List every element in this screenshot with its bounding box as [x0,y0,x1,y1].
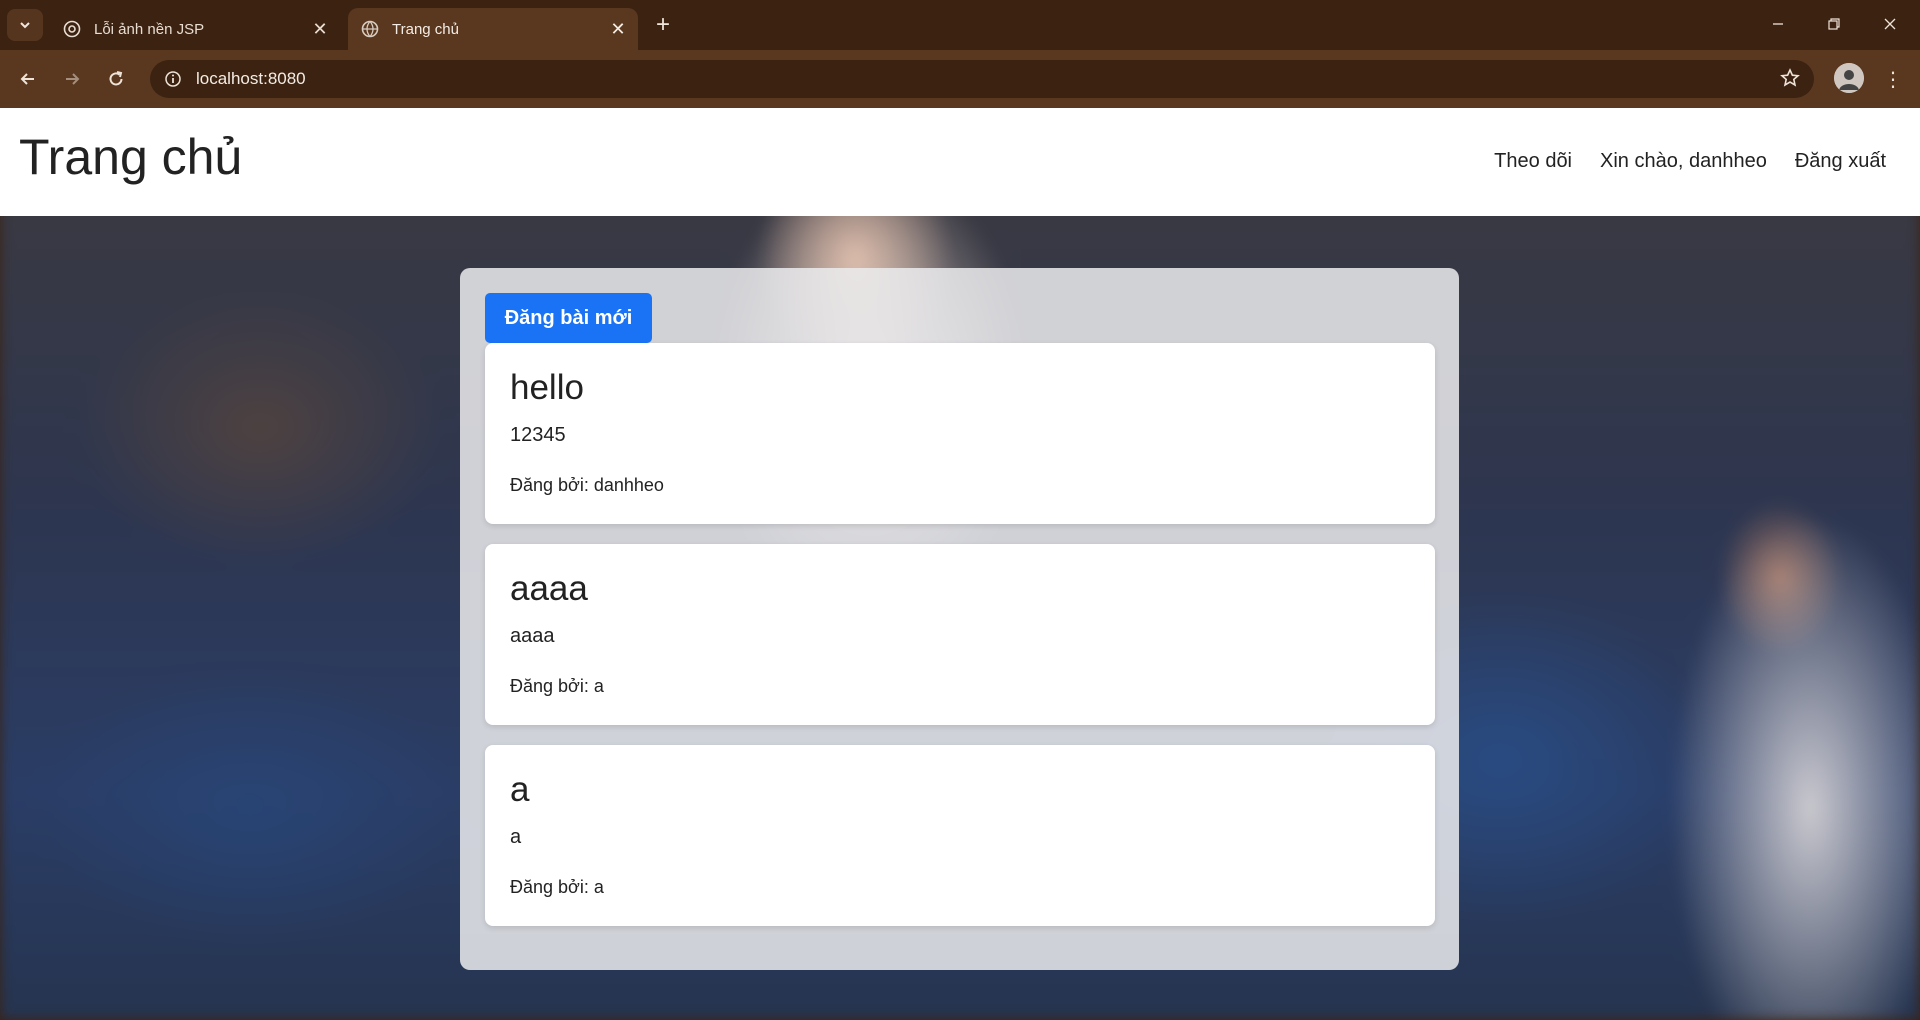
reload-icon [109,71,123,86]
post-card: aaaa aaaa Đăng bởi: a [485,544,1435,725]
web-page: Trang chủ Theo dõi Xin chào, danhheo Đăn… [0,108,1920,1020]
chevron-down-icon [20,22,30,29]
close-icon[interactable]: ✕ [604,15,632,43]
close-icon [1884,18,1896,30]
post-content: a [510,826,522,848]
close-icon[interactable]: ✕ [306,15,334,43]
arrow-left-icon [20,73,34,85]
nav-link-follow[interactable]: Theo dõi [1494,150,1572,173]
post-author: Đăng bởi: danhheo [510,475,664,495]
post-card: a a Đăng bởi: a [485,745,1435,926]
tab-loi-anh-nen[interactable]: Lỗi ảnh nền JSP ✕ [50,8,340,50]
profile-avatar[interactable] [1834,63,1864,93]
restore-button[interactable] [1806,0,1862,48]
minimize-icon [1773,23,1783,25]
arrow-right-icon [66,73,80,85]
post-content: 12345 [510,424,566,446]
nav-link-greeting[interactable]: Xin chào, danhheo [1600,150,1767,173]
tab-strip: Lỗi ảnh nền JSP ✕ Trang chủ ✕ + [0,0,1920,50]
back-button[interactable] [12,63,44,95]
tab-search-button[interactable] [7,9,43,41]
post-author: Đăng bởi: a [510,877,604,897]
forward-button[interactable] [56,63,88,95]
post-title: aaaa [510,569,588,608]
browser-menu-icon[interactable]: ⋮ [1878,63,1908,95]
minimize-button[interactable] [1750,0,1806,48]
new-tab-button[interactable]: + [648,10,678,40]
tab-trang-chu[interactable]: Trang chủ ✕ [348,8,638,50]
post-title: hello [510,368,584,407]
tab-title: Trang chủ [392,20,459,38]
globe-icon [360,19,380,39]
new-post-button[interactable]: Đăng bài mới [485,293,652,343]
nav-link-logout[interactable]: Đăng xuất [1795,150,1886,173]
address-bar[interactable]: localhost:8080 [150,60,1814,98]
reload-button[interactable] [100,63,132,95]
posts-container: Đăng bài mới hello 12345 Đăng bởi: danhh… [460,268,1459,970]
bookmark-star-icon[interactable] [1780,68,1800,93]
site-info-icon[interactable] [162,68,184,90]
tab-title: Lỗi ảnh nền JSP [94,20,205,38]
post-card: hello 12345 Đăng bởi: danhheo [485,343,1435,524]
post-title: a [510,770,530,809]
post-content: aaaa [510,625,555,647]
url-text: localhost:8080 [196,69,306,88]
chatgpt-icon [62,19,82,39]
close-window-button[interactable] [1862,0,1918,48]
nav-links: Theo dõi Xin chào, danhheo Đăng xuất [1494,150,1886,173]
site-brand[interactable]: Trang chủ [19,128,242,186]
browser-toolbar: localhost:8080 ⋮ [0,50,1920,108]
restore-icon [1828,18,1840,30]
post-author: Đăng bởi: a [510,676,604,696]
site-navbar: Trang chủ Theo dõi Xin chào, danhheo Đăn… [0,108,1920,216]
